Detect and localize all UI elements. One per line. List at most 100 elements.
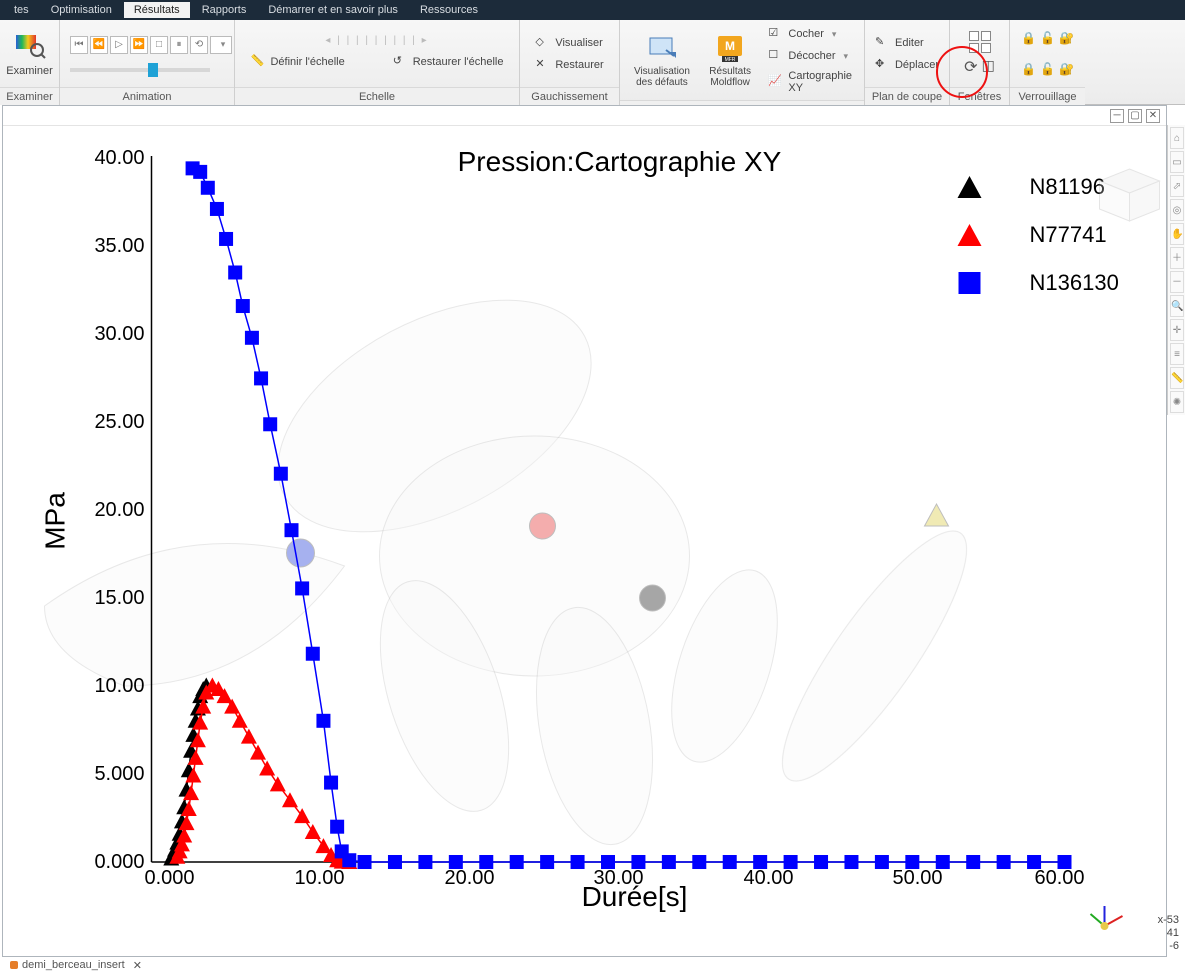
next-frame-button[interactable]: ⏩ xyxy=(130,36,148,54)
y-ticks: 0.000 5.000 10.00 15.00 20.00 25.00 30.0… xyxy=(94,147,144,873)
lock-icon[interactable]: 🔒 xyxy=(1021,62,1036,76)
menu-tab[interactable]: Rapports xyxy=(192,2,257,18)
svg-text:MFR: MFR xyxy=(725,57,736,63)
visualiser-button[interactable]: ◇Visualiser xyxy=(531,33,607,53)
sync-icon[interactable]: ⟳ xyxy=(964,57,977,77)
tool-zoomin-icon[interactable]: ＋ xyxy=(1170,247,1184,269)
svg-text:60.00: 60.00 xyxy=(1034,867,1084,889)
slider-thumb[interactable] xyxy=(148,63,158,77)
svg-text:5.000: 5.000 xyxy=(94,763,144,785)
svg-text:15.00: 15.00 xyxy=(94,587,144,609)
gradient-magnify-icon xyxy=(14,31,46,63)
svg-text:N81196: N81196 xyxy=(1030,174,1105,199)
tool-light-icon[interactable]: ✺ xyxy=(1170,391,1184,413)
visualisation-defauts-button[interactable]: Visualisation des défauts xyxy=(628,30,696,90)
panel-echelle: ◂ | | | | | | | | | ▸ 📏Définir l'échelle… xyxy=(235,20,520,105)
xy-chart: Pression:Cartographie XY MPa Durée[s] 0.… xyxy=(3,126,1166,956)
split-icon[interactable]: ◫ xyxy=(982,57,995,77)
play-button[interactable]: ▷ xyxy=(110,36,128,54)
svg-text:40.00: 40.00 xyxy=(743,867,793,889)
check-icon: ☑ xyxy=(768,26,784,42)
prev-frame-button[interactable]: ⏪ xyxy=(90,36,108,54)
define-scale-button[interactable]: 📏Définir l'échelle xyxy=(246,52,348,72)
tool-orbit-icon[interactable]: ◎ xyxy=(1170,199,1184,221)
file-tab[interactable]: demi_berceau_insert ✕ xyxy=(10,957,142,973)
close-tab-button[interactable]: ✕ xyxy=(133,959,142,972)
panel-verrouillage: 🔒 🔓 🔐 🔒 🔓 🔐 Verrouillage xyxy=(1010,20,1085,105)
lock-icon[interactable]: 🔓 xyxy=(1040,31,1055,45)
loop-button[interactable]: ⟲ xyxy=(190,36,208,54)
cocher-button[interactable]: ☑Cocher xyxy=(764,24,856,44)
decocher-button[interactable]: ☐Décocher xyxy=(764,46,856,66)
panel-plan-coupe: ✎Editer ✥Déplacer Plan de coupe xyxy=(865,20,950,105)
svg-text:40.00: 40.00 xyxy=(94,147,144,169)
lock-icon[interactable]: 🔐 xyxy=(1059,31,1074,45)
view-toolbar: ⌂ ▭ ⬀ ◎ ✋ ＋ － 🔍 ✛ ≡ 📏 ✺ xyxy=(1167,125,1185,415)
lock-icon[interactable]: 🔐 xyxy=(1059,62,1074,76)
menu-tab[interactable]: Optimisation xyxy=(41,2,122,18)
svg-text:M: M xyxy=(725,39,735,53)
legend: N81196 N77741 N136130 xyxy=(958,174,1119,295)
tool-zoomout-icon[interactable]: － xyxy=(1170,271,1184,293)
svg-text:N77741: N77741 xyxy=(1030,222,1107,247)
file-icon xyxy=(10,961,18,969)
menu-tab[interactable]: Démarrer et en savoir plus xyxy=(258,2,408,18)
animation-slider[interactable] xyxy=(70,68,210,72)
undo-icon: ↺ xyxy=(393,54,409,70)
tool-measure-icon[interactable]: ≡ xyxy=(1170,343,1184,365)
panel-title: Fenêtres xyxy=(950,87,1009,105)
menu-tab[interactable]: tes xyxy=(4,2,39,18)
window-layout-icon[interactable] xyxy=(969,31,991,53)
maximize-button[interactable]: ▢ xyxy=(1128,109,1142,123)
cross-icon: ✕ xyxy=(535,57,551,73)
panel-title: Animation xyxy=(60,87,234,105)
resultats-moldflow-button[interactable]: MMFR Résultats Moldflow xyxy=(704,30,757,90)
examiner-button[interactable]: Examiner xyxy=(4,29,54,79)
panel-fenetres: ⟳ ◫ Fenêtres xyxy=(950,20,1010,105)
tool-pan-icon[interactable]: ✋ xyxy=(1170,223,1184,245)
coord-readout: x-53 41 -6 xyxy=(1158,914,1179,953)
examiner-label: Examiner xyxy=(6,65,52,77)
lock-icon[interactable]: 🔓 xyxy=(1040,62,1055,76)
svg-text:N136130: N136130 xyxy=(1030,270,1119,295)
chart-title: Pression:Cartographie XY xyxy=(458,146,782,177)
svg-text:30.00: 30.00 xyxy=(593,867,643,889)
chart-window: ─ ▢ ✕ Pression:Cartographie XY MPa Durée… xyxy=(2,105,1167,957)
view-cube-icon[interactable] xyxy=(1100,169,1160,221)
svg-text:50.00: 50.00 xyxy=(892,867,942,889)
anim-dropdown[interactable] xyxy=(210,36,232,54)
animation-controls: ⏮ ⏪ ▷ ⏩ □ ⏸ ⟲ xyxy=(70,36,232,54)
svg-text:25.00: 25.00 xyxy=(94,411,144,433)
panel-gauchissement: ◇Visualiser ✕Restaurer Gauchissement xyxy=(520,20,620,105)
restore-scale-button[interactable]: ↺Restaurer l'échelle xyxy=(389,52,508,72)
restaurer-button[interactable]: ✕Restaurer xyxy=(531,55,607,75)
panel-examiner: Examiner Examiner xyxy=(0,20,60,105)
cartographie-xy-button[interactable]: 📈Cartographie XY xyxy=(764,68,856,96)
close-button[interactable]: ✕ xyxy=(1146,109,1160,123)
first-frame-button[interactable]: ⏮ xyxy=(70,36,88,54)
svg-text:10.00: 10.00 xyxy=(94,675,144,697)
tool-zoomarea-icon[interactable]: 🔍 xyxy=(1170,295,1184,317)
tool-select-icon[interactable]: ▭ xyxy=(1170,151,1184,173)
tool-cursor-icon[interactable]: ⬀ xyxy=(1170,175,1184,197)
panel-title: Gauchissement xyxy=(520,87,619,105)
stop-button[interactable]: □ xyxy=(150,36,168,54)
menu-tab[interactable]: Résultats xyxy=(124,2,190,18)
svg-text:35.00: 35.00 xyxy=(94,235,144,257)
lock-icon[interactable]: 🔒 xyxy=(1021,31,1036,45)
svg-text:0.000: 0.000 xyxy=(94,851,144,873)
panel-title: Plan de coupe xyxy=(865,87,949,105)
editer-button[interactable]: ✎Editer xyxy=(871,33,943,53)
tool-home-icon[interactable]: ⌂ xyxy=(1170,127,1184,149)
minimize-button[interactable]: ─ xyxy=(1110,109,1124,123)
menu-tab[interactable]: Ressources xyxy=(410,2,488,18)
warp-icon: ◇ xyxy=(535,35,551,51)
svg-text:20.00: 20.00 xyxy=(444,867,494,889)
defects-icon xyxy=(646,32,678,64)
svg-text:30.00: 30.00 xyxy=(94,323,144,345)
pause-button[interactable]: ⏸ xyxy=(170,36,188,54)
tool-center-icon[interactable]: ✛ xyxy=(1170,319,1184,341)
triad-icon xyxy=(1091,906,1123,930)
deplacer-button[interactable]: ✥Déplacer xyxy=(871,55,943,75)
tool-ruler-icon[interactable]: 📏 xyxy=(1170,367,1184,389)
